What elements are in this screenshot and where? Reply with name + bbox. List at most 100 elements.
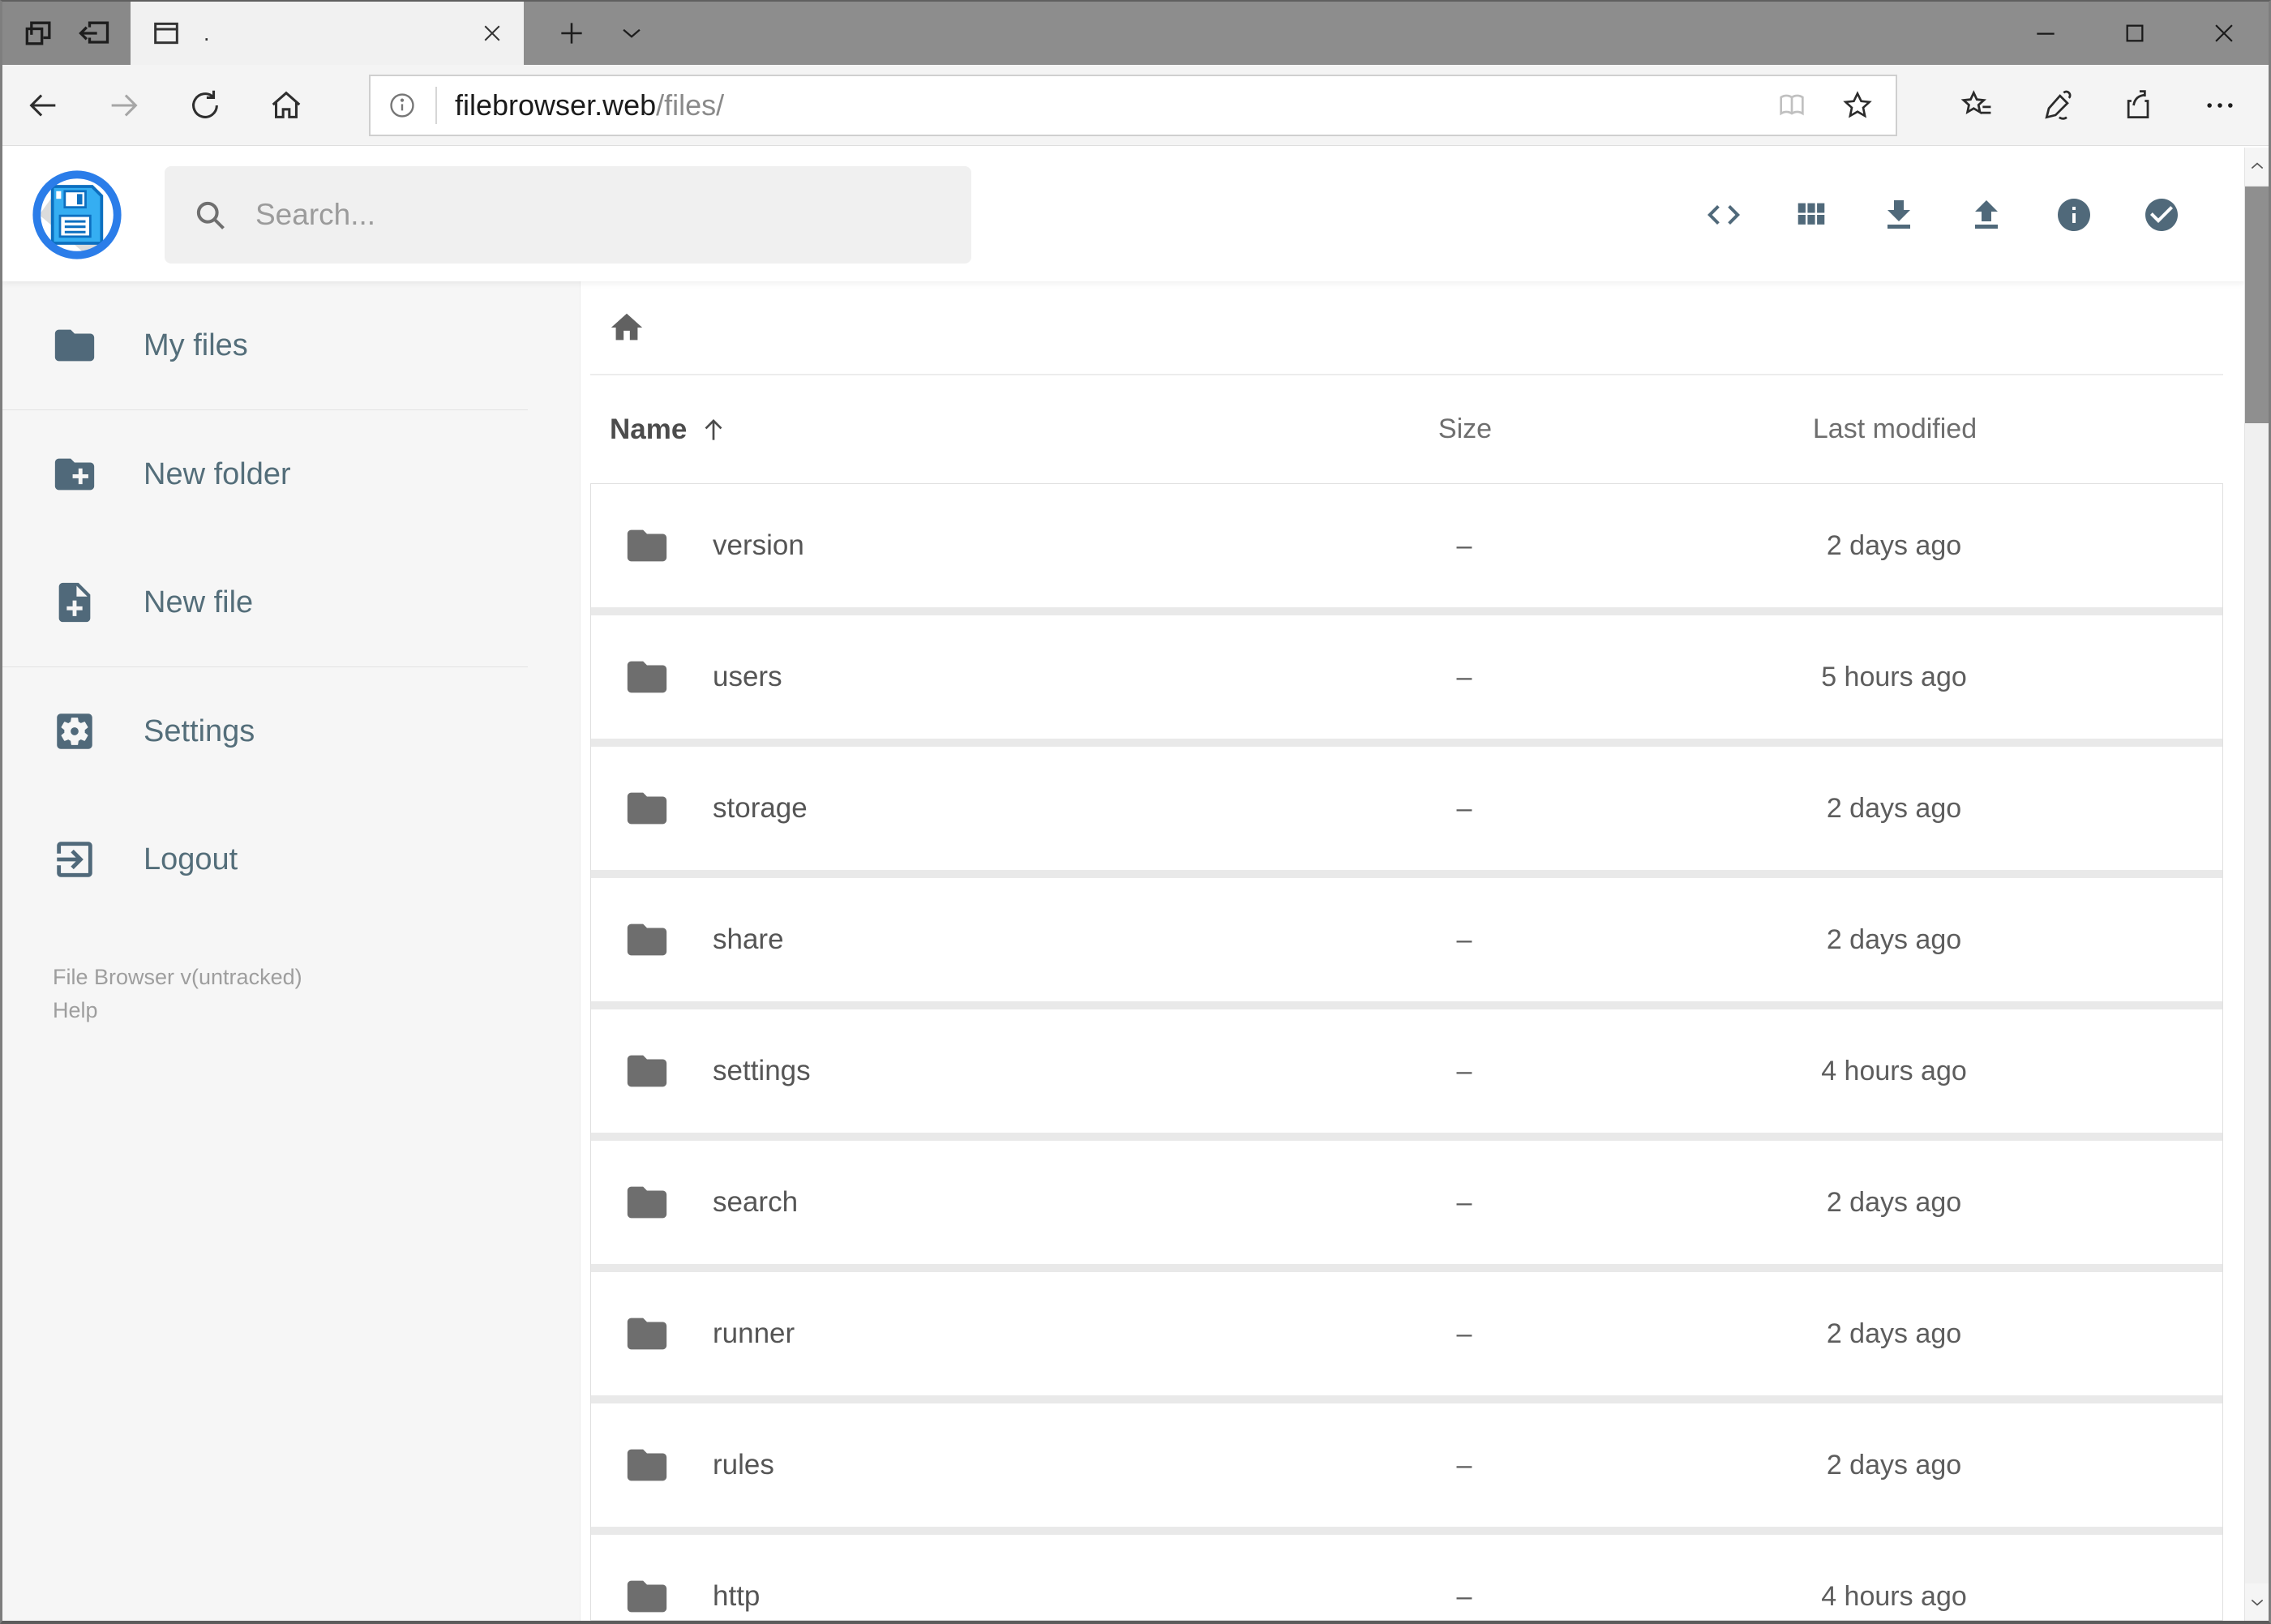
file-name: search [713,1186,799,1218]
sidebar-item-settings[interactable]: Settings [2,667,580,795]
file-modified: 2 days ago [1826,1186,1962,1218]
minimize-button[interactable] [2001,2,2090,65]
maximize-button[interactable] [2090,2,2179,65]
file-row[interactable]: runner – 2 days ago [591,1272,2222,1395]
file-name: version [713,529,804,561]
more-ellipsis-button[interactable] [2179,87,2260,124]
page-scrollbar[interactable] [2244,148,2269,1621]
address-separator [435,86,437,124]
tab-aside-controls [2,2,131,65]
address-bar[interactable]: filebrowser.web/files/ [369,74,1897,136]
new-tab-button[interactable] [542,2,602,65]
home-button[interactable] [246,65,327,145]
tabs-set-aside-list-icon [21,15,57,51]
search-input[interactable] [254,196,944,233]
code-view-button[interactable] [1704,195,1743,234]
folder-icon [623,785,671,832]
new-folder-icon [51,451,98,498]
folder-icon [623,1310,671,1357]
sidebar-item-logout[interactable]: Logout [2,795,580,923]
site-info-icon[interactable] [387,90,418,121]
sidebar-item-new-file[interactable]: New file [2,538,580,666]
column-header-modified[interactable]: Last modified [1566,413,2223,445]
upload-button[interactable] [1967,195,2006,234]
file-row[interactable]: http – 4 hours ago [591,1535,2222,1620]
arrow-up-icon [698,414,729,445]
folder-icon [623,1573,671,1620]
web-note-pen-button[interactable] [2017,87,2098,124]
file-row[interactable]: users – 5 hours ago [591,615,2222,739]
active-tab[interactable]: . [131,2,524,65]
file-name: http [713,1580,761,1612]
set-tabs-aside-button[interactable] [76,15,112,51]
tab-title: . [204,20,210,45]
file-size: – [1456,1449,1472,1480]
refresh-button[interactable] [165,65,246,145]
folder-icon [623,1442,671,1489]
logout-icon [51,836,98,883]
grid-view-button[interactable] [1792,195,1831,234]
select-check-button[interactable] [2142,195,2181,234]
file-row[interactable]: share – 2 days ago [591,878,2222,1001]
browser-toolbar [1936,87,2260,124]
app-header [2,148,2244,281]
file-modified: 2 days ago [1826,1449,1962,1480]
forward-button[interactable] [84,65,165,145]
tabs-set-aside-list-button[interactable] [21,15,57,51]
floppy-disk-logo[interactable] [32,169,122,260]
column-header-name[interactable]: Name [590,413,1364,446]
sidebar-footer: File Browser v(untracked) Help [2,961,580,1026]
file-name: settings [713,1055,811,1086]
help-link[interactable]: Help [53,994,580,1027]
search-box[interactable] [165,165,971,264]
close-window-button[interactable] [2179,2,2269,65]
share-button[interactable] [2098,87,2179,124]
file-modified: 4 hours ago [1821,1580,1967,1612]
page-viewport: My files New folder [2,148,2269,1621]
file-modified: 2 days ago [1826,923,1962,955]
scrollbar-up-button[interactable] [2245,148,2269,185]
folder-icon [51,322,98,369]
file-size: – [1456,1186,1472,1218]
url-path: /files/ [656,88,725,122]
file-row[interactable]: settings – 4 hours ago [591,1009,2222,1133]
listing-column-headers: Name Size Last modified [590,375,2223,483]
url-text[interactable]: filebrowser.web/files/ [455,88,724,122]
folder-icon [623,653,671,701]
download-button[interactable] [1879,195,1918,234]
favorite-star-button[interactable] [1840,88,1875,122]
header-action-bar [1704,195,2181,234]
sidebar-item-label: My files [144,328,248,362]
file-row[interactable]: storage – 2 days ago [591,747,2222,870]
file-size: – [1456,529,1472,561]
hub-favorites-button[interactable] [1936,87,2017,124]
file-size: – [1456,661,1472,692]
scrollbar-thumb[interactable] [2245,186,2269,423]
file-size: – [1456,1055,1472,1086]
reading-view-button[interactable] [1776,89,1808,122]
sidebar: My files New folder New file Settings Lo… [2,281,580,1621]
file-size: – [1456,1318,1472,1349]
file-row[interactable]: rules – 2 days ago [591,1403,2222,1527]
file-row[interactable]: search – 2 days ago [591,1141,2222,1264]
new-file-icon [51,579,98,626]
breadcrumb-home-button[interactable] [602,302,652,353]
sidebar-item-my-files[interactable]: My files [2,281,580,409]
tab-close-button[interactable] [480,21,504,45]
column-header-size[interactable]: Size [1364,413,1566,445]
file-modified: 2 days ago [1826,1318,1962,1349]
file-listing-pane: Name Size Last modified version – 2 days… [580,281,2244,1621]
file-name: users [713,661,782,692]
info-circle-button[interactable] [2055,195,2093,234]
file-modified: 2 days ago [1826,529,1962,561]
back-button[interactable] [2,65,84,145]
column-name-label: Name [610,413,688,445]
file-row[interactable]: version – 2 days ago [591,484,2222,607]
file-name: storage [713,792,808,824]
scrollbar-down-button[interactable] [2245,1583,2269,1621]
sidebar-item-new-folder[interactable]: New folder [2,410,580,538]
tab-dropdown-button[interactable] [602,2,662,65]
file-name: share [713,923,784,955]
file-modified: 2 days ago [1826,792,1962,824]
folder-icon [623,1048,671,1095]
